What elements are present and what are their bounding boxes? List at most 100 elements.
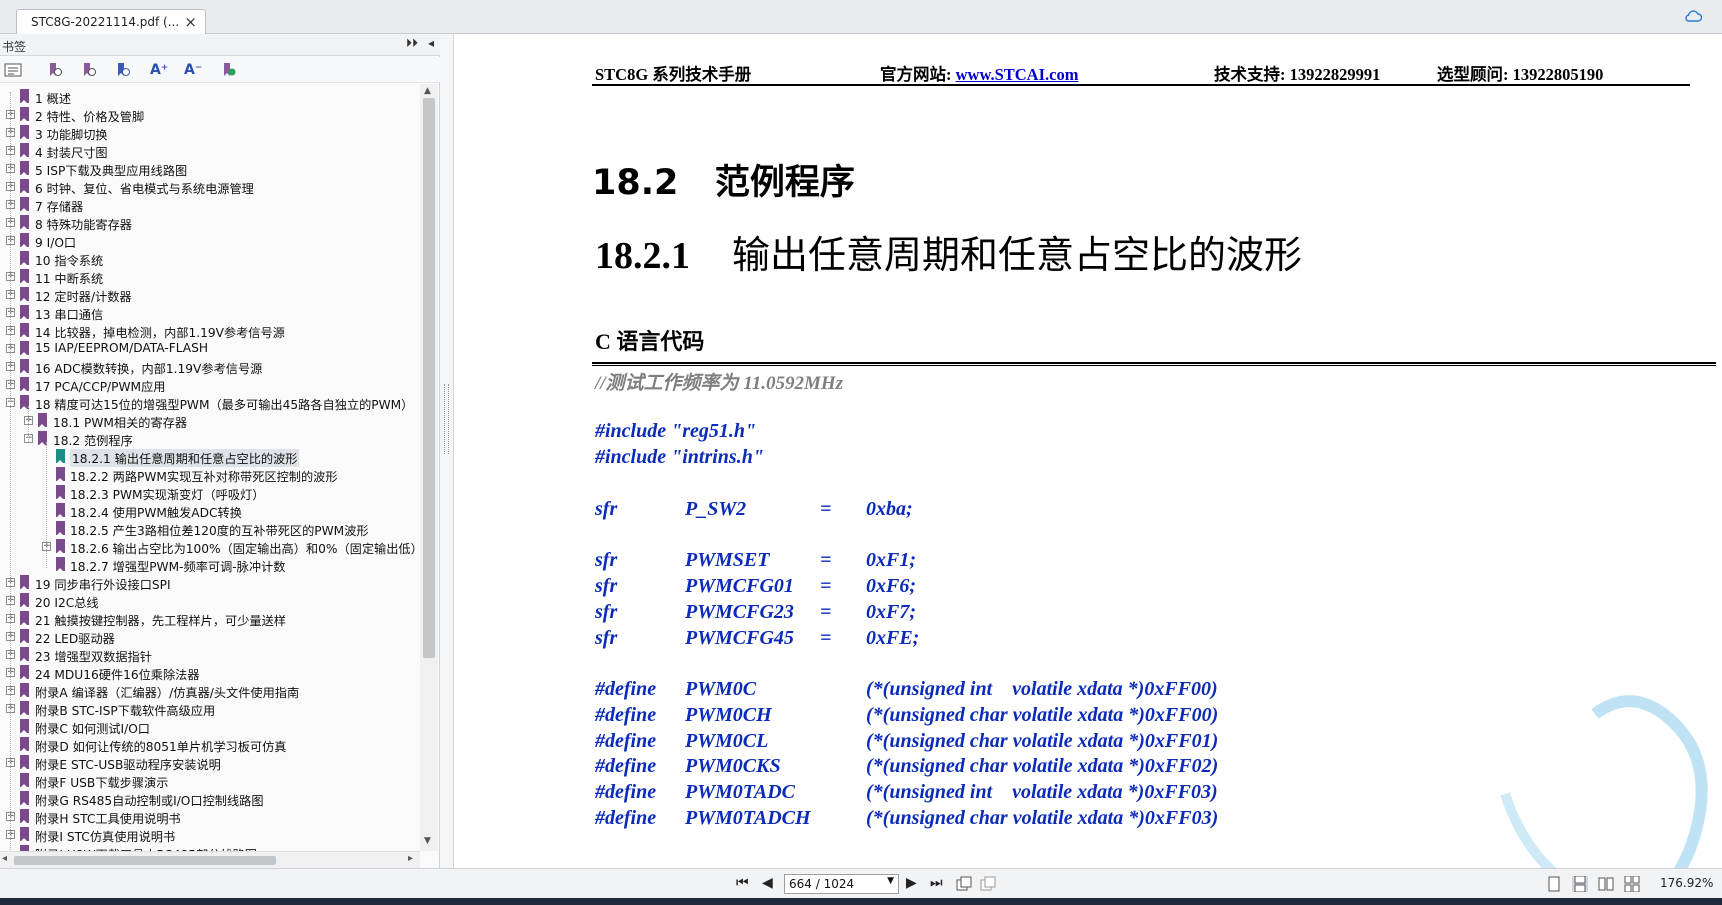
splitter-grip[interactable] bbox=[444, 384, 449, 454]
chevron-down-icon[interactable]: ▼ bbox=[887, 876, 894, 886]
bookmark-item[interactable]: +13 串口通信 bbox=[0, 304, 420, 322]
bookmark-item[interactable]: 附录F USB下载步骤演示 bbox=[0, 772, 420, 790]
bookmark-item[interactable]: 附录G RS485自动控制或I/O口控制线路图 bbox=[0, 790, 420, 808]
website-link[interactable]: www.STCAI.com bbox=[956, 65, 1079, 84]
tab-close-icon[interactable]: × bbox=[184, 13, 197, 31]
bookmark-item[interactable]: +18.1 PWM相关的寄存器 bbox=[0, 412, 420, 430]
code-value: (*(unsigned char volatile xdata *)0xFF02… bbox=[866, 755, 1219, 777]
status-bar: ⏮ ◀ 664 / 1024 ▼ ▶ ⏭ 176.92% bbox=[0, 868, 1722, 898]
bookmark-icon bbox=[20, 701, 29, 716]
bookmark-icon bbox=[56, 521, 65, 536]
facing-continuous-view-icon[interactable] bbox=[1624, 876, 1640, 892]
previous-page-icon[interactable]: ◀ bbox=[762, 875, 773, 891]
bookmark-item[interactable]: +15 IAP/EEPROM/DATA-FLASH bbox=[0, 340, 420, 358]
bookmark-item[interactable]: 10 指令系统 bbox=[0, 250, 420, 268]
back-view-icon[interactable] bbox=[956, 876, 972, 892]
bookmark-vertical-scrollbar[interactable]: ▲ ▼ bbox=[420, 84, 438, 851]
bookmark-settings-icon[interactable] bbox=[220, 62, 238, 78]
continuous-view-icon[interactable] bbox=[1572, 876, 1588, 892]
bookmark-label: 16 ADC模数转换，内部1.19V参考信号源 bbox=[35, 362, 263, 376]
bookmark-item[interactable]: +2 特性、价格及管脚 bbox=[0, 106, 420, 124]
bookmark-item[interactable]: 附录D 如何让传统的8051单片机学习板可仿真 bbox=[0, 736, 420, 754]
document-tab[interactable]: STC8G-20221114.pdf (... × bbox=[16, 9, 206, 34]
bookmark-item[interactable]: +8 特殊功能寄存器 bbox=[0, 214, 420, 232]
bookmark-item[interactable]: +7 存储器 bbox=[0, 196, 420, 214]
bookmark-item[interactable]: + 附录H STC工具使用说明书 bbox=[0, 808, 420, 826]
bookmark-icon bbox=[20, 665, 29, 680]
forward-view-icon[interactable] bbox=[980, 876, 996, 892]
bookmark-item[interactable]: 18.2.5 产生3路相位差120度的互补带死区的PWM波形 bbox=[0, 520, 420, 538]
bookmark-item[interactable]: +24 MDU16硬件16位乘除法器 bbox=[0, 664, 420, 682]
bookmark-item[interactable]: 18.2.3 PWM实现渐变灯（呼吸灯） bbox=[0, 484, 420, 502]
bookmark-item[interactable]: +3 功能脚切换 bbox=[0, 124, 420, 142]
bookmark-item[interactable]: + 附录I STC仿真使用说明书 bbox=[0, 826, 420, 844]
scroll-left-icon[interactable]: ◂ bbox=[2, 853, 7, 864]
single-page-view-icon[interactable] bbox=[1546, 876, 1562, 892]
two-page-view-icon[interactable] bbox=[1598, 876, 1614, 892]
bookmark-item[interactable]: + 附录A 编译器（汇编器）/仿真器/头文件使用指南 bbox=[0, 682, 420, 700]
next-page-icon[interactable]: ▶ bbox=[906, 875, 917, 891]
bookmark-find-icon[interactable] bbox=[114, 62, 132, 78]
bookmark-item[interactable]: +20 I2C总线 bbox=[0, 592, 420, 610]
cloud-sync-icon[interactable] bbox=[1684, 9, 1702, 23]
subsection-number: 18.2.1 bbox=[595, 235, 690, 277]
page-header: STC8G 系列技术手册 官方网站: www.STCAI.com 技术支持: 1… bbox=[592, 58, 1690, 86]
code-keyword: sfr bbox=[595, 627, 618, 649]
bookmark-item[interactable]: 18.2.7 增强型PWM-频率可调-脉冲计数 bbox=[0, 556, 420, 574]
bookmark-icon bbox=[20, 791, 29, 806]
panel-pin-icon[interactable]: ◂ bbox=[428, 36, 434, 50]
bookmark-item[interactable]: +5 ISP下载及典型应用线路图 bbox=[0, 160, 420, 178]
zoom-level[interactable]: 176.92% bbox=[1660, 876, 1713, 890]
scroll-up-icon[interactable]: ▲ bbox=[424, 86, 431, 96]
bookmark-item[interactable]: +14 比较器，掉电检测，内部1.19V参考信号源 bbox=[0, 322, 420, 340]
pdf-reader-window: STC8G-20221114.pdf (... × 书签 ⏵⏵ ◂ A⁺ A⁻ … bbox=[0, 0, 1722, 905]
panel-collapse-icon[interactable]: ⏵⏵ bbox=[406, 36, 418, 51]
bookmark-icon bbox=[20, 593, 29, 608]
bookmark-label: 附录C 如何测试I/O口 bbox=[35, 722, 150, 736]
outline-view-icon[interactable] bbox=[4, 62, 22, 78]
scrollbar-thumb[interactable] bbox=[14, 856, 276, 865]
scroll-right-icon[interactable]: ▸ bbox=[408, 853, 413, 864]
last-page-icon[interactable]: ⏭ bbox=[930, 875, 943, 891]
first-page-icon[interactable]: ⏮ bbox=[736, 875, 749, 891]
bookmark-item[interactable]: 1 概述 bbox=[0, 88, 420, 106]
bookmark-item[interactable]: +4 封装尺寸图 bbox=[0, 142, 420, 160]
bookmark-item[interactable]: 18.2.4 使用PWM触发ADC转换 bbox=[0, 502, 420, 520]
bookmark-item[interactable]: +6 时钟、复位、省电模式与系统电源管理 bbox=[0, 178, 420, 196]
bookmark-item[interactable]: +21 触摸按键控制器，先工程样片，可少量送样 bbox=[0, 610, 420, 628]
bookmark-label: 附录F USB下载步骤演示 bbox=[35, 776, 169, 790]
bookmark-item[interactable]: +19 同步串行外设接口SPI bbox=[0, 574, 420, 592]
bookmark-item[interactable]: −18.2 范例程序 bbox=[0, 430, 420, 448]
bookmark-item[interactable]: 附录J U8W下载工具中RS485部分线路图 bbox=[0, 844, 420, 851]
code-section-heading: C 语言代码 bbox=[595, 329, 705, 354]
bookmark-item[interactable]: +16 ADC模数转换，内部1.19V参考信号源 bbox=[0, 358, 420, 376]
bookmark-item[interactable]: + 附录B STC-ISP下载软件高级应用 bbox=[0, 700, 420, 718]
bookmark-item[interactable]: +11 中断系统 bbox=[0, 268, 420, 286]
code-keyword: #define bbox=[595, 807, 657, 829]
bookmark-item[interactable]: +9 I/O口 bbox=[0, 232, 420, 250]
page-number-input[interactable]: 664 / 1024 ▼ bbox=[784, 874, 899, 894]
scroll-down-icon[interactable]: ▼ bbox=[424, 836, 431, 846]
bookmark-item[interactable]: + 附录E STC-USB驱动程序安装说明 bbox=[0, 754, 420, 772]
bookmark-item[interactable]: +17 PCA/CCP/PWM应用 bbox=[0, 376, 420, 394]
bookmark-item[interactable]: 附录C 如何测试I/O口 bbox=[0, 718, 420, 736]
font-decrease-icon[interactable]: A⁻ bbox=[184, 62, 202, 78]
bookmark-item[interactable]: +18.2.6 输出占空比为100%（固定输出高）和0%（固定输出低） bbox=[0, 538, 420, 556]
bookmark-item[interactable]: +23 增强型双数据指针 bbox=[0, 646, 420, 664]
bookmark-expand-icon[interactable] bbox=[46, 62, 64, 78]
panel-splitter[interactable] bbox=[440, 34, 454, 868]
bookmark-item[interactable]: 18.2.1 输出任意周期和任意占空比的波形 bbox=[0, 448, 420, 467]
bookmark-collapse-icon[interactable] bbox=[80, 62, 98, 78]
code-operator: = bbox=[820, 627, 832, 649]
scrollbar-thumb[interactable] bbox=[423, 98, 435, 658]
bookmark-item[interactable]: −18 精度可达15位的增强型PWM（最多可输出45路各自独立的PWM） bbox=[0, 394, 420, 412]
bookmark-item[interactable]: +12 定时器/计数器 bbox=[0, 286, 420, 304]
code-define-line: #define PWM0C (*(unsigned int volatile x… bbox=[595, 678, 1218, 701]
bookmark-item[interactable]: 18.2.2 两路PWM实现互补对称带死区控制的波形 bbox=[0, 466, 420, 484]
bookmark-horizontal-scrollbar[interactable]: ◂ ▸ bbox=[0, 851, 420, 868]
code-define-line: #define PWM0TADCH (*(unsigned char volat… bbox=[595, 807, 1218, 830]
bookmark-item[interactable]: +22 LED驱动器 bbox=[0, 628, 420, 646]
manual-title: STC8G 系列技术手册 bbox=[595, 65, 752, 84]
font-increase-icon[interactable]: A⁺ bbox=[150, 62, 168, 78]
bookmark-icon bbox=[20, 719, 29, 734]
